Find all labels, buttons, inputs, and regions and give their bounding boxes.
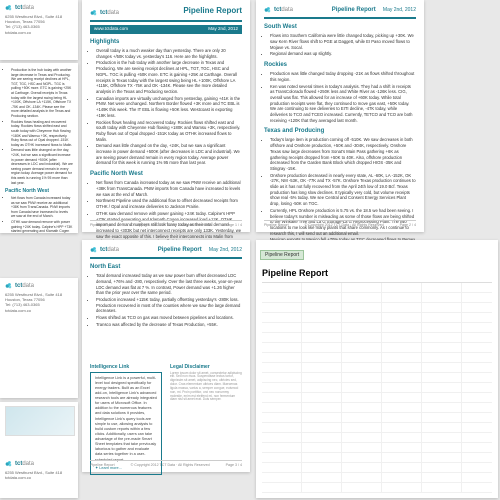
footer-mid: © Copyright 2012 TCT Data · All Rights R… [305,223,384,228]
report-date: May 2nd, 2012 [383,7,416,13]
section-tp: Texas and Producing [264,127,416,135]
logo-text: tctdata [100,9,119,17]
header-bar: www.tctdata.com May 2nd, 2012 [90,25,242,34]
address-block: 6255 Westhurst Blvd., Suite 418 Houston,… [5,292,73,313]
logo: tctdata [90,9,119,17]
logo-mark-icon [5,4,13,12]
logo: tctdata [264,6,293,14]
footer-mid: © Copyright 2012 TCT Data · All Rights R… [131,223,210,228]
footer-page: Page 2 / 4 [400,223,416,228]
section-rockies: Rockies [264,61,416,69]
site-link[interactable]: www.tctdata.com [94,26,128,32]
page-title: Pipeline Report [183,6,242,17]
sheet-tab[interactable]: Pipeline Report [260,250,304,260]
logo: tctdata [5,4,73,12]
fragment-list-2: Net flows from Canada increased today as… [5,196,73,233]
fragment-list: Production is the hub today with another… [5,68,73,185]
footer-page: Page 1 / 4 [226,223,242,228]
logo-mark-icon [90,246,98,254]
logo: tctdata [5,460,73,468]
logo-text: tctdata [100,246,119,254]
footer-left: Pipeline Report [90,463,115,468]
logo-mark-icon [5,460,13,468]
report-date: May 2nd, 2012 [208,26,238,32]
logo-text: tctdata [274,6,293,14]
footer-page: Page 3 / 4 [226,463,242,468]
sheet-title: Pipeline Report [256,264,498,282]
page-title: Pipeline Report [158,247,202,253]
hero-image [5,406,75,436]
page-title: Pipeline Report [332,7,376,13]
section-sw: South West [264,23,416,31]
section-ne: North East [90,263,242,271]
logo-text: tctdata [15,4,34,12]
sw-list: Flows into Southern California were litt… [264,33,416,57]
spreadsheet-grid[interactable] [262,283,492,493]
logo: tctdata [90,246,119,254]
address-block: 6255 Westhurst Blvd., Suite 418 Houston,… [5,14,73,35]
logo-text: tctdata [15,460,34,468]
logo-mark-icon [5,282,13,290]
footer-left: Pipeline Report [264,223,289,228]
logo-text: tctdata [15,282,34,290]
frag-heading: Pacific North West [5,188,73,195]
logo: tctdata [5,282,73,290]
rockies-list: Production was little changed today drop… [264,71,416,123]
legal-body: Lorem ipsum dolor sit amet, consectetur … [170,372,242,403]
highlights-list: Overall today is a much weaker day than … [90,48,242,166]
section-highlights: Highlights [90,38,242,46]
footer-mid: © Copyright 2012 TCT Data · All Rights R… [131,463,210,468]
intel-title: Intelligence Link [90,364,162,371]
logo-mark-icon [90,9,98,17]
logo-mark-icon [264,6,272,14]
section-pnw: Pacific North West [90,170,242,178]
footer-left: Pipeline Report [90,223,115,228]
legal-title: Legal Disclaimer [170,364,242,371]
ne-list: Total demand increased today as we saw p… [90,273,242,328]
address-block: 6255 Westhurst Blvd., Suite 418 tctdata.… [5,470,73,480]
report-date: May 2nd, 2012 [209,247,242,253]
